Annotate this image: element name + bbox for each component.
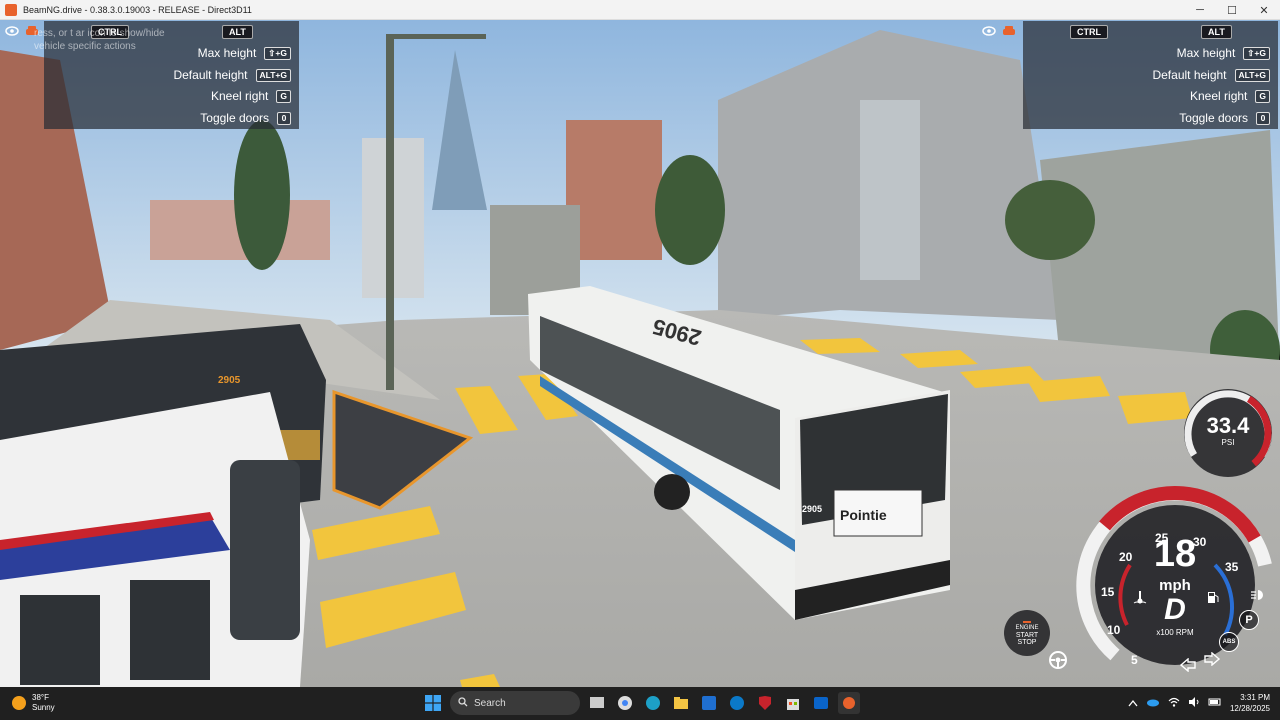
hint-row-kneel-right: Kneel right G — [1190, 88, 1270, 104]
game-viewport[interactable]: 2905 2905 2905 Pointie CTRL ALT Max heig… — [0, 20, 1280, 687]
minimize-button[interactable]: ─ — [1184, 0, 1216, 20]
headlight-icon — [1250, 588, 1266, 606]
hud-toggles-right — [982, 25, 1016, 37]
turn-right-icon[interactable] — [1204, 651, 1221, 671]
boost-unit: PSI — [1221, 438, 1235, 447]
windows-taskbar: 38°F Sunny Search 3:31 PM 12/28/2025 — [0, 687, 1280, 720]
hint-row-default-height: Default height ALT+G — [1152, 67, 1270, 83]
abs-indicator: ABS — [1219, 632, 1239, 652]
building-windows — [860, 100, 920, 280]
engine-start-stop-button[interactable]: ENGINE START STOP — [1004, 610, 1050, 656]
weather-temp: 38°F — [32, 693, 49, 702]
speedometer: 5 10 15 20 25 30 35 18 mph D x100 RPM — [1075, 485, 1275, 685]
modifier-alt: ALT — [222, 25, 253, 39]
speedo-tick: 15 — [1101, 585, 1115, 599]
rpm-label: x100 RPM — [1156, 628, 1194, 637]
street-lamp-arm — [386, 34, 486, 39]
speedo-tick: 10 — [1107, 623, 1121, 637]
keycap: G — [1255, 89, 1270, 103]
system-tray: 3:31 PM 12/28/2025 — [1128, 692, 1270, 714]
close-button[interactable]: ✕ — [1248, 0, 1280, 20]
street-lamp-pole — [386, 34, 394, 390]
speedo-tick: 35 — [1225, 560, 1239, 574]
keycap: ⇧+G — [1243, 46, 1270, 60]
search-icon — [458, 696, 468, 710]
modifier-alt: ALT — [1201, 25, 1232, 39]
taskbar-search[interactable]: Search — [450, 691, 580, 715]
keycap: ⇧+G — [264, 46, 291, 60]
beamng-taskbar-icon[interactable] — [838, 692, 860, 714]
van-windshield — [230, 460, 300, 640]
modifier-ctrl: CTRL — [1070, 25, 1108, 39]
hint-info-text: ress, or t ar icon to show/hide vehicle … — [34, 28, 165, 52]
speed-value: 18 — [1153, 533, 1197, 575]
vehicle-icon[interactable] — [1002, 25, 1016, 37]
window-titlebar: BeamNG.drive - 0.38.3.0.19003 - RELEASE … — [0, 0, 1280, 20]
volume-icon[interactable] — [1188, 694, 1200, 712]
bus-wheel — [654, 474, 690, 510]
hint-row-kneel-right: Kneel right G — [211, 88, 291, 104]
boost-gauge: 33.4 PSI — [1180, 385, 1276, 481]
windows-start-icon[interactable] — [422, 692, 444, 714]
van-window — [20, 595, 100, 685]
eye-icon[interactable] — [5, 25, 19, 37]
tree — [234, 120, 290, 270]
speedo-tick: 20 — [1119, 550, 1133, 564]
file-explorer-icon[interactable] — [670, 692, 692, 714]
sun-icon — [12, 696, 26, 710]
turn-left-icon[interactable] — [1179, 657, 1196, 677]
chevron-up-icon[interactable] — [1128, 694, 1138, 712]
boost-value: 33.4 — [1206, 413, 1250, 438]
search-placeholder: Search — [474, 697, 506, 709]
hint-row-max-height: Max height ⇧+G — [198, 45, 291, 61]
hint-row-toggle-doors: Toggle doors 0 — [1179, 110, 1270, 126]
edge-icon[interactable] — [642, 692, 664, 714]
fuel-pump-icon — [1207, 590, 1219, 609]
keycap: 0 — [277, 111, 291, 125]
chrome-icon[interactable] — [614, 692, 636, 714]
dark-bus-number: 2905 — [218, 375, 241, 386]
tree — [655, 155, 725, 265]
parking-brake-button[interactable]: P — [1239, 610, 1259, 630]
engine-indicator — [1023, 620, 1031, 623]
temperature-icon — [1133, 590, 1147, 609]
van-window — [130, 580, 210, 680]
keycap: ALT+G — [255, 68, 291, 82]
app-icon-dell[interactable] — [726, 692, 748, 714]
onedrive-icon[interactable] — [1146, 694, 1160, 712]
store-icon[interactable] — [782, 692, 804, 714]
keycap: ALT+G — [1234, 68, 1270, 82]
taskbar-clock[interactable]: 3:31 PM 12/28/2025 — [1230, 692, 1270, 714]
hint-row-default-height: Default height ALT+G — [173, 67, 291, 83]
bus-rear-number: 2905 — [802, 504, 822, 514]
weather-desc: Sunny — [32, 703, 55, 712]
key-hints-right: CTRL ALT Max height ⇧+G Default height A… — [1023, 21, 1278, 129]
task-view-icon[interactable] — [586, 692, 608, 714]
taskbar-apps: Search — [422, 691, 860, 715]
maximize-button[interactable]: ☐ — [1216, 0, 1248, 20]
battery-icon[interactable] — [1208, 694, 1222, 712]
wifi-icon[interactable] — [1168, 694, 1180, 712]
eye-icon[interactable] — [982, 25, 996, 37]
hint-row-max-height: Max height ⇧+G — [1177, 45, 1270, 61]
steering-wheel-icon[interactable] — [1048, 650, 1068, 675]
keycap: 0 — [1256, 111, 1270, 125]
mcafee-icon[interactable] — [754, 692, 776, 714]
keycap: G — [276, 89, 291, 103]
distant-building — [566, 120, 662, 260]
beamng-app-icon — [5, 3, 17, 16]
speedo-tick: 5 — [1131, 653, 1138, 667]
window-title: BeamNG.drive - 0.38.3.0.19003 - RELEASE … — [23, 4, 252, 15]
outlook-icon[interactable] — [810, 692, 832, 714]
hint-row-toggle-doors: Toggle doors 0 — [200, 110, 291, 126]
bus-sign-text: Pointie — [840, 507, 887, 523]
weather-widget[interactable]: 38°F Sunny — [12, 693, 55, 713]
app-icon-blue[interactable] — [698, 692, 720, 714]
tree — [1005, 180, 1095, 260]
